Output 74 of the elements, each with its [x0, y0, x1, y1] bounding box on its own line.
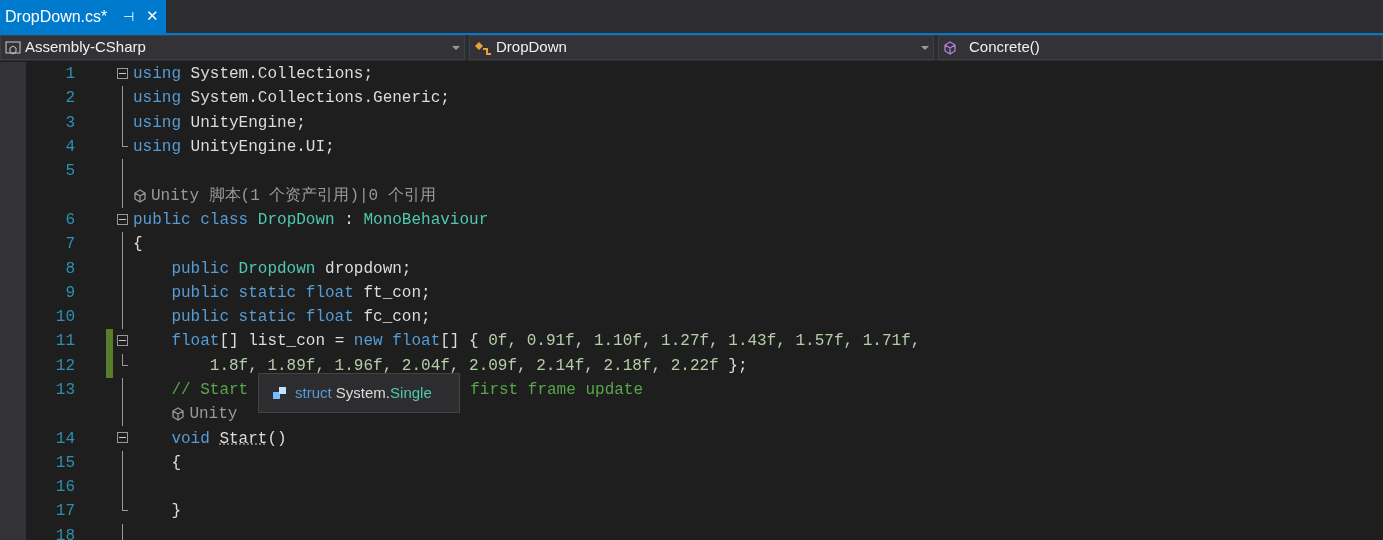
- code-token: using: [133, 88, 182, 110]
- code-token: {: [133, 234, 143, 256]
- code-token: (): [267, 428, 287, 450]
- line-number: 7: [65, 235, 75, 254]
- code-token: public static float: [171, 307, 355, 329]
- code-token: DropDown: [257, 209, 336, 231]
- line-number: 17: [55, 502, 75, 521]
- code-token: fc_con;: [363, 307, 431, 329]
- code-token: UnityEngine.UI;: [190, 137, 335, 159]
- code-token: 1.8f, 1.89f, 1.96f, 2.04f, 2.09f, 2.14f, 2.18f, 2.22f: [209, 355, 719, 377]
- code-token: System.Collections.Generic;: [190, 88, 450, 110]
- code-token: [] {: [440, 331, 480, 353]
- line-number: 2: [65, 89, 75, 108]
- tooltip-text: struct System.Single: [295, 382, 432, 403]
- line-number: 1: [65, 65, 75, 84]
- codelens-text[interactable]: Unity: [189, 402, 238, 427]
- code-token: ft_con;: [363, 282, 431, 304]
- code-token: Start: [219, 428, 268, 450]
- code-token: using: [133, 137, 182, 159]
- tab-title: DropDown.cs*: [5, 6, 108, 27]
- code-token: using: [133, 64, 182, 86]
- line-number: 13: [55, 381, 75, 399]
- line-number: 5: [65, 162, 75, 181]
- file-tab[interactable]: DropDown.cs* ⊣ ✕: [0, 0, 166, 33]
- caret-icon: [452, 45, 460, 50]
- line-number: 11: [55, 332, 75, 351]
- class-icon: [474, 39, 492, 56]
- code-token: };: [727, 355, 748, 377]
- pin-icon[interactable]: ⊣: [123, 6, 135, 27]
- line-number: 6: [65, 210, 75, 229]
- line-number: 8: [65, 259, 75, 278]
- project-icon: [5, 39, 21, 56]
- navigation-dropdown[interactable]: Concrete(): [938, 35, 1383, 60]
- line-number: 3: [65, 113, 75, 132]
- code-token: // Start: [171, 380, 249, 401]
- code-token: public: [171, 258, 230, 280]
- cube-icon: [133, 188, 147, 203]
- code-token: UnityEngine;: [190, 112, 306, 134]
- collapse-icon[interactable]: [117, 335, 128, 347]
- code-token: public static float: [171, 282, 355, 304]
- collapse-icon[interactable]: [117, 68, 128, 79]
- code-token: first frame update: [470, 380, 644, 401]
- code-token: :: [344, 209, 355, 231]
- code-token: new float: [353, 331, 441, 353]
- code-token: float: [171, 331, 220, 353]
- code-token: {: [171, 452, 181, 474]
- code-token: 0f, 0.91f, 1.10f, 1.27f, 1.43f, 1.57f, 1.71f,: [488, 331, 921, 353]
- line-number: 16: [55, 478, 75, 497]
- cube-icon: [171, 407, 186, 422]
- line-number: 15: [55, 453, 75, 472]
- code-token: Dropdown: [238, 258, 317, 280]
- code-token: using: [133, 112, 182, 134]
- caret-icon: [921, 45, 929, 50]
- struct-icon: [273, 387, 287, 399]
- code-token: MonoBehaviour: [363, 209, 489, 231]
- navigation-dropdown[interactable]: DropDown: [469, 35, 934, 60]
- collapse-icon[interactable]: [117, 432, 128, 444]
- cube-icon: [943, 40, 957, 55]
- code-token: [] list_con =: [219, 331, 346, 353]
- code-token: dropdown;: [325, 258, 412, 280]
- line-number: 10: [55, 308, 75, 327]
- code-token: void: [171, 428, 211, 450]
- code-token: public class: [133, 209, 250, 231]
- line-number: 18: [55, 526, 75, 540]
- collapse-icon[interactable]: [117, 213, 128, 225]
- line-number: 9: [65, 283, 75, 302]
- navigation-dropdown[interactable]: Assembly-CSharp: [0, 35, 465, 60]
- codelens-text[interactable]: Unity 脚本(1 个资产引用)|0 个引用: [151, 183, 436, 208]
- line-number: 14: [55, 429, 75, 448]
- line-number: 4: [65, 138, 75, 157]
- code-token: System.Collections;: [190, 64, 374, 86]
- close-icon[interactable]: ✕: [146, 5, 160, 28]
- code-token: }: [171, 501, 181, 523]
- line-number: 12: [55, 356, 75, 375]
